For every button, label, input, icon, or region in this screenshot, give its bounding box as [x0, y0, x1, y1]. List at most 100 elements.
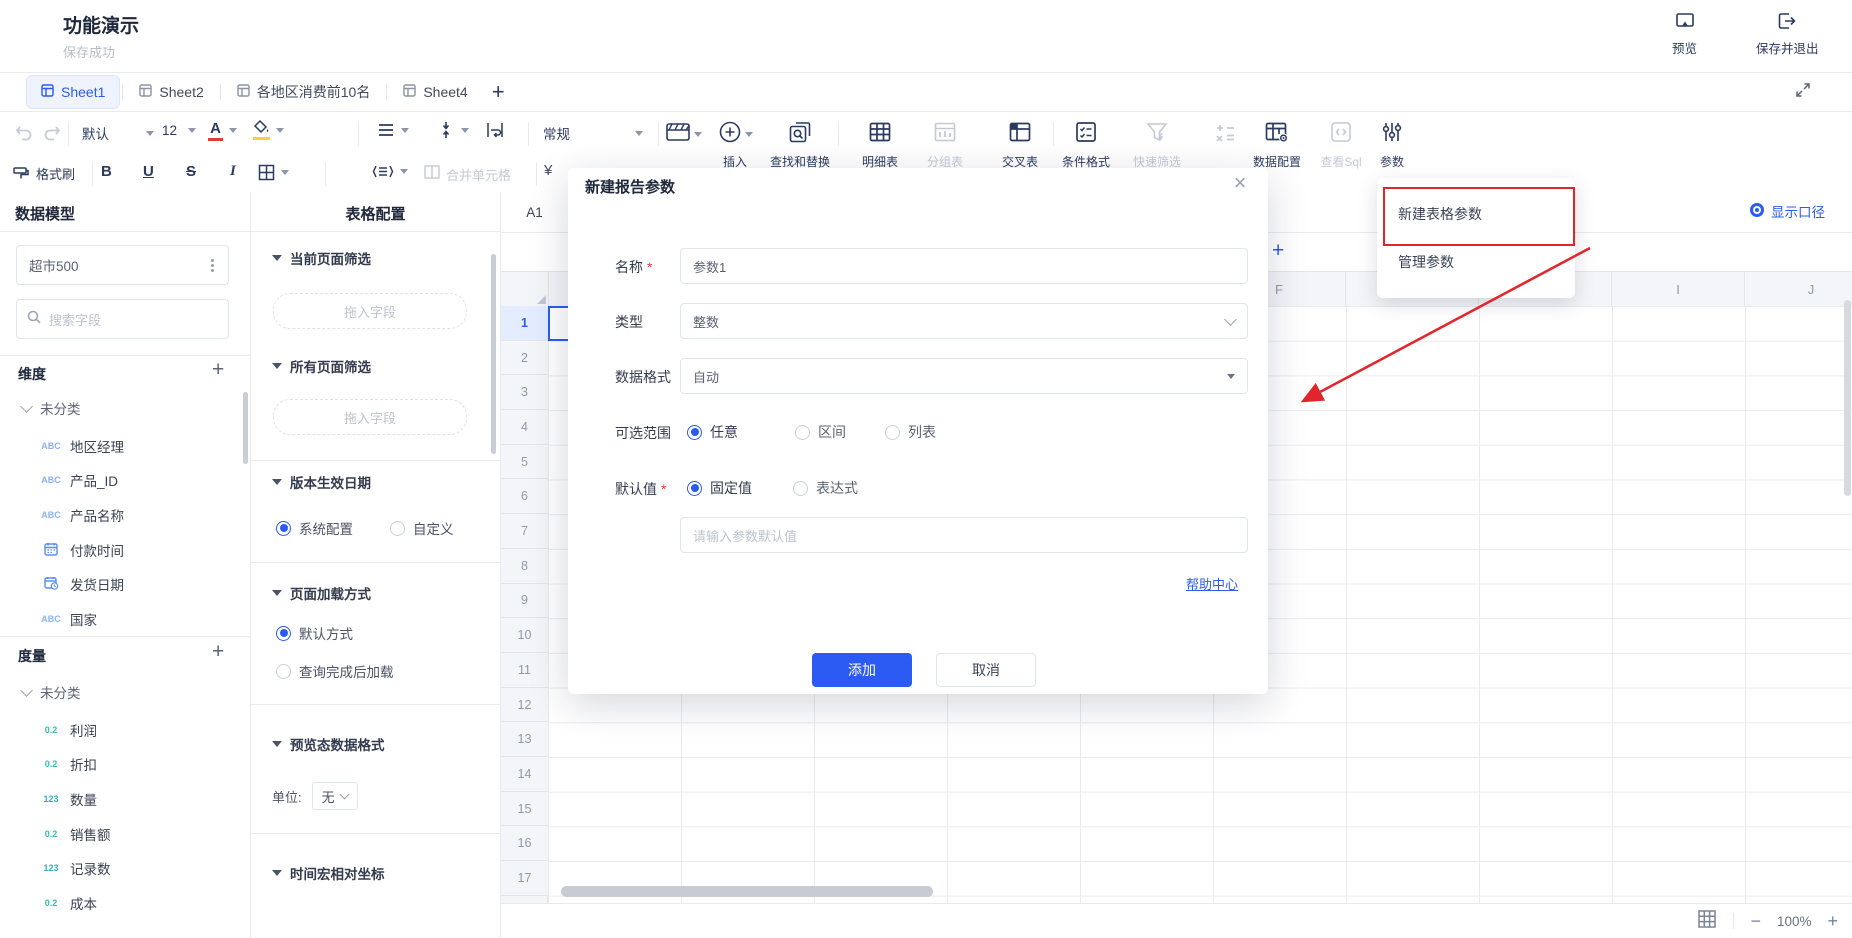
field-item-产品名称[interactable]: ABC产品名称 [0, 497, 244, 532]
font-color-button[interactable]: A [208, 120, 237, 141]
row-header-2[interactable]: 2 [501, 341, 548, 376]
range-option-列表[interactable]: 列表 [885, 422, 936, 442]
row-header-7[interactable]: 7 [501, 514, 548, 549]
wrap-text-icon[interactable] [485, 121, 505, 144]
section-preview-format[interactable]: 预览态数据格式 [272, 734, 385, 754]
name-box[interactable]: A1 [501, 192, 568, 232]
row-header-3[interactable]: 3 [501, 375, 548, 410]
row-header-8[interactable]: 8 [501, 549, 548, 584]
tab-Sheet1[interactable]: Sheet1 [26, 75, 120, 109]
row-header-6[interactable]: 6 [501, 480, 548, 515]
preview-button[interactable]: 预览 [1672, 10, 1697, 57]
number-format-select[interactable]: 常规 [543, 123, 643, 143]
cancel-button[interactable]: 取消 [936, 653, 1036, 687]
default-option-固定值[interactable]: 固定值 [687, 478, 752, 498]
add-measure-button[interactable]: + [212, 640, 224, 664]
name-input[interactable]: 参数1 [680, 248, 1248, 284]
insert-button[interactable]: 插入 [705, 120, 765, 170]
row-header-4[interactable]: 4 [501, 410, 548, 445]
show-caliber-button[interactable]: 显示口径 [1749, 201, 1825, 221]
field-item-成本[interactable]: 0.2成本 [0, 886, 244, 921]
params-button[interactable]: 参数 [1362, 120, 1422, 170]
row-header-5[interactable]: 5 [501, 445, 548, 480]
zoom-in-button[interactable]: + [1827, 911, 1838, 932]
dataset-select[interactable]: 超市500 [16, 245, 229, 285]
freeze-button[interactable] [653, 120, 713, 153]
field-item-记录数[interactable]: 123记录数 [0, 851, 244, 886]
config-scrollbar[interactable] [491, 254, 496, 454]
italic-button[interactable]: I [230, 163, 236, 180]
redo-icon[interactable] [42, 124, 62, 147]
field-item-发货日期[interactable]: 发货日期 [0, 567, 244, 602]
add-sheet-button[interactable]: + [482, 79, 515, 105]
section-time-macro[interactable]: 时间宏相对坐标 [272, 863, 385, 883]
horizontal-align-button[interactable] [377, 122, 409, 138]
field-item-付款时间[interactable]: 付款时间 [0, 532, 244, 567]
save-exit-button[interactable]: 保存并退出 [1756, 10, 1819, 57]
expand-icon[interactable] [1794, 81, 1812, 104]
field-item-销售额[interactable]: 0.2销售额 [0, 816, 244, 851]
field-item-折扣[interactable]: 0.2折扣 [0, 747, 244, 782]
indent-button[interactable] [372, 164, 408, 179]
loading-option-查询完成后加载[interactable]: 查询完成后加载 [276, 661, 394, 681]
horizontal-scrollbar[interactable] [561, 886, 933, 897]
zoom-out-button[interactable]: − [1750, 911, 1761, 932]
tab-Sheet2[interactable]: Sheet2 [125, 76, 217, 108]
add-parameter-button[interactable]: + [1272, 239, 1284, 263]
data-config-button[interactable]: 数据配置 [1247, 120, 1307, 170]
font-size-select[interactable]: 12 [162, 123, 196, 138]
measure-group-toggle[interactable]: 未分类 [22, 682, 81, 702]
section-version-date[interactable]: 版本生效日期 [272, 472, 371, 492]
column-header-J[interactable]: J [1745, 272, 1852, 306]
row-header-11[interactable]: 11 [501, 653, 548, 688]
group-table-button[interactable]: 分组表 [915, 120, 975, 170]
version-option-自定义[interactable]: 自定义 [390, 518, 454, 538]
undo-icon[interactable] [14, 124, 34, 147]
row-header-14[interactable]: 14 [501, 757, 548, 792]
field-item-数量[interactable]: 123数量 [0, 781, 244, 816]
type-select[interactable]: 整数 [680, 303, 1248, 339]
section-page-loading[interactable]: 页面加载方式 [272, 583, 371, 603]
row-header-12[interactable]: 12 [501, 688, 548, 723]
row-header-1[interactable]: 1 [501, 306, 548, 341]
format-select[interactable]: 自动 [680, 358, 1248, 394]
add-dimension-button[interactable]: + [212, 358, 224, 382]
merge-cells-button[interactable]: 合并单元格 [446, 165, 511, 184]
field-search-input[interactable]: 搜索字段 [16, 299, 229, 339]
default-value-input[interactable]: 请输入参数默认值 [680, 517, 1248, 553]
section-all-page-filter[interactable]: 所有页面筛选 [272, 356, 371, 376]
tab-各地区消费前10名[interactable]: 各地区消费前10名 [223, 76, 385, 108]
field-item-产品_ID[interactable]: ABC产品_ID [0, 463, 244, 498]
version-option-系统配置[interactable]: 系统配置 [276, 518, 353, 538]
loading-option-默认方式[interactable]: 默认方式 [276, 623, 353, 643]
currency-format-button[interactable]: ¥ [544, 162, 552, 179]
aggregate-button[interactable] [1195, 120, 1255, 153]
close-icon[interactable]: × [1228, 170, 1252, 196]
cross-table-button[interactable]: 交叉表 [990, 120, 1050, 170]
font-family-select[interactable]: 默认 [82, 123, 154, 143]
quick-filter-button[interactable]: 快速筛选 [1127, 120, 1187, 170]
row-header-16[interactable]: 16 [501, 827, 548, 862]
row-header-13[interactable]: 13 [501, 722, 548, 757]
field-item-地区经理[interactable]: ABC地区经理 [0, 428, 244, 463]
help-center-link[interactable]: 帮助中心 [1186, 574, 1238, 593]
find-replace-button[interactable]: 查找和替换 [770, 120, 830, 170]
fill-color-button[interactable] [253, 120, 284, 140]
vertical-align-button[interactable] [437, 121, 469, 139]
underline-button[interactable]: U [143, 163, 154, 180]
kebab-menu-icon[interactable] [209, 257, 216, 274]
tab-Sheet4[interactable]: Sheet4 [389, 76, 481, 108]
strikethrough-button[interactable]: S [186, 163, 196, 180]
bold-button[interactable]: B [101, 163, 112, 180]
field-item-国家[interactable]: ABC国家 [0, 602, 244, 637]
drop-field-zone[interactable]: 拖入字段 [273, 293, 467, 329]
range-option-任意[interactable]: 任意 [687, 422, 738, 442]
row-header-17[interactable]: 17 [501, 861, 548, 896]
grid-toggle-icon[interactable] [1697, 909, 1717, 934]
menu-item-管理参数[interactable]: 管理参数 [1377, 240, 1575, 284]
row-header-9[interactable]: 9 [501, 584, 548, 619]
dimension-group-toggle[interactable]: 未分类 [22, 398, 81, 418]
conditional-format-button[interactable]: 条件格式 [1056, 120, 1116, 170]
drop-field-zone[interactable]: 拖入字段 [273, 399, 467, 435]
detail-table-button[interactable]: 明细表 [850, 120, 910, 170]
